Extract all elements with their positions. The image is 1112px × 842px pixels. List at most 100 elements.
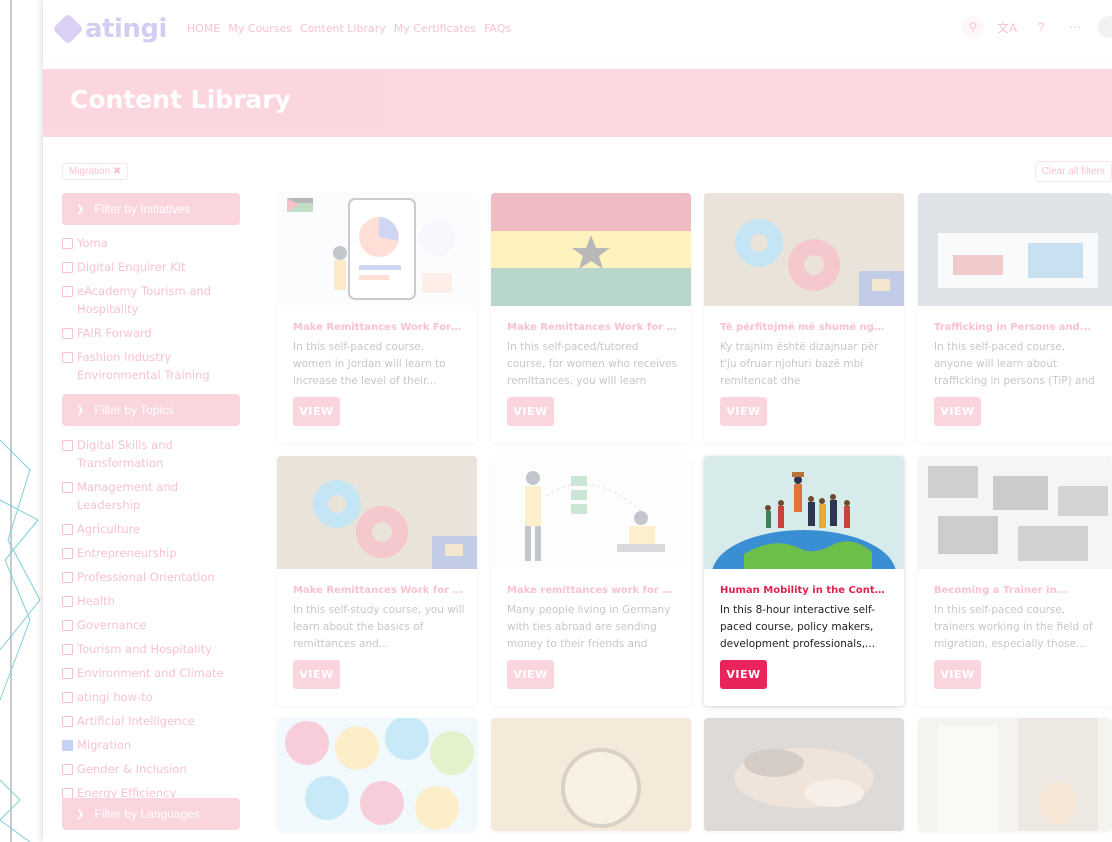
checkbox[interactable] [62,620,73,631]
card-description: In this 8-hour interactive self-paced co… [720,604,876,650]
view-button[interactable]: VIEW [293,397,340,426]
filter-option[interactable]: atingi how-to [62,688,240,706]
course-card[interactable]: Make remittances work for you ... Many p… [491,456,691,706]
nav-link-content-library[interactable]: Content Library [300,22,386,35]
filter-option[interactable]: FAIR Forward [62,324,240,342]
page-banner: Content Library [43,69,1112,137]
course-card[interactable] [277,718,477,831]
logo-diamond-icon [52,13,84,45]
view-button[interactable]: VIEW [720,397,767,426]
filter-option-label: atingi how-to [77,690,153,704]
filter-option[interactable]: Digital Enquirer Kit [62,258,240,276]
filter-option[interactable]: Agriculture [62,520,240,538]
course-card[interactable]: Trafficking in Persons and... In this se… [918,193,1112,443]
filter-option-label: Migration [77,738,132,752]
filter-topics-header[interactable]: ❯ Filter by Topics [62,394,240,426]
course-card[interactable]: Të përfitojmë më shumë nga... Ky trajnim… [704,193,904,443]
checkbox-checked[interactable] [62,740,73,751]
umbrellas-photo-icon [277,718,477,831]
decorative-lines-graphic [0,439,41,842]
chevron-down-icon: ❯ [76,404,85,416]
checkbox[interactable] [62,262,73,273]
nav-link-faqs[interactable]: FAQs [484,22,511,35]
nav-link-my-courses[interactable]: My Courses [228,22,292,35]
laptops-desk-photo-icon [918,456,1112,569]
checkbox[interactable] [62,596,73,607]
checkbox[interactable] [62,440,73,451]
magnifier-map-icon [491,718,691,831]
view-button[interactable]: VIEW [720,660,767,689]
checkbox[interactable] [62,238,73,249]
card-title[interactable]: Make Remittances Work For Yo... [293,322,463,333]
checkbox[interactable] [62,644,73,655]
active-filter-chip[interactable]: Migration ✖ [62,163,129,180]
checkbox[interactable] [62,352,73,363]
card-title[interactable]: Make Remittances Work for Yo... [507,322,677,333]
card-title[interactable]: Becoming a Trainer in... [934,585,1104,596]
view-button[interactable]: VIEW [293,660,340,689]
nav-link-home[interactable]: HOME [187,22,220,35]
filter-initiatives-header[interactable]: ❯ Filter by Initiatives [62,193,240,225]
filter-option[interactable]: Health [62,592,240,610]
checkbox[interactable] [62,716,73,727]
card-title[interactable]: Human Mobility in the Context ... [720,585,890,596]
avatar[interactable] [1098,16,1112,38]
view-button[interactable]: VIEW [507,397,554,426]
checkbox[interactable] [62,548,73,559]
view-button[interactable]: VIEW [507,660,554,689]
filter-option[interactable]: Fashion Industry Environmental Training [62,348,240,384]
checkbox[interactable] [62,572,73,583]
filter-option[interactable]: Gender & Inclusion [62,760,240,778]
course-card[interactable] [918,718,1112,831]
card-title[interactable]: Trafficking in Persons and... [934,322,1104,333]
course-card[interactable]: Make Remittances Work For Yo... In this … [277,193,477,443]
course-card-highlighted[interactable]: Human Mobility in the Context ... In thi… [704,456,904,706]
card-title[interactable]: Make remittances work for you ... [507,585,677,596]
view-button[interactable]: VIEW [934,660,981,689]
filter-option[interactable]: Tourism and Hospitality [62,640,240,658]
search-icon[interactable]: ⚲ [962,16,984,38]
card-title[interactable]: Make Remittances Work for Yo... [293,585,463,596]
filter-option[interactable]: Artificial Intelligence [62,712,240,730]
filter-initiatives-list: Yoma Digital Enquirer Kit eAcademy Touri… [62,234,240,390]
background-rail [0,0,43,842]
filter-option[interactable]: Digital Skills and Transformation [62,436,240,472]
app-window: atingi HOME My Courses Content Library M… [43,0,1112,842]
joined-hands-photo-icon [704,718,904,831]
filter-option[interactable]: Governance [62,616,240,634]
filter-option[interactable]: Management and Leadership [62,478,240,514]
checkbox[interactable] [62,328,73,339]
checkbox[interactable] [62,692,73,703]
view-button[interactable]: VIEW [934,397,981,426]
nav-link-my-certificates[interactable]: My Certificates [394,22,476,35]
filter-topics-label: Filter by Topics [94,403,175,417]
filter-option[interactable]: Migration [62,736,240,754]
checkbox[interactable] [62,286,73,297]
jordan-illustration-icon [277,193,477,306]
filter-option[interactable]: Entrepreneurship [62,544,240,562]
course-card[interactable] [491,718,691,831]
filter-option-label: Professional Orientation [77,570,215,584]
checkbox[interactable] [62,764,73,775]
help-icon[interactable]: ? [1030,16,1052,38]
language-icon[interactable]: 文A [996,16,1018,38]
checkbox[interactable] [62,524,73,535]
filter-languages-header[interactable]: ❯ Filter by Languages [62,798,240,830]
apps-grid-icon[interactable]: ⋯ [1064,16,1086,38]
filter-option[interactable]: Environment and Climate [62,664,240,682]
checkbox[interactable] [62,668,73,679]
filter-option-label: Entrepreneurship [77,546,177,560]
filter-option[interactable]: eAcademy Tourism and Hospitality [62,282,240,318]
course-card[interactable]: Make Remittances Work for Yo... In this … [277,456,477,706]
course-card[interactable] [704,718,904,831]
card-title[interactable]: Të përfitojmë më shumë nga... [720,322,890,333]
filter-option[interactable]: Yoma [62,234,240,252]
card-description: In this self-paced course, women in Jord… [293,341,446,387]
logo[interactable]: atingi [52,13,167,45]
course-card[interactable]: Becoming a Trainer in... In this self-pa… [918,456,1112,706]
nav-icons: ⚲ 文A ? ⋯ [962,16,1112,38]
clear-all-filters-button[interactable]: Clear all filters [1034,161,1112,182]
course-card[interactable]: Make Remittances Work for Yo... In this … [491,193,691,443]
filter-option[interactable]: Professional Orientation [62,568,240,586]
checkbox[interactable] [62,482,73,493]
